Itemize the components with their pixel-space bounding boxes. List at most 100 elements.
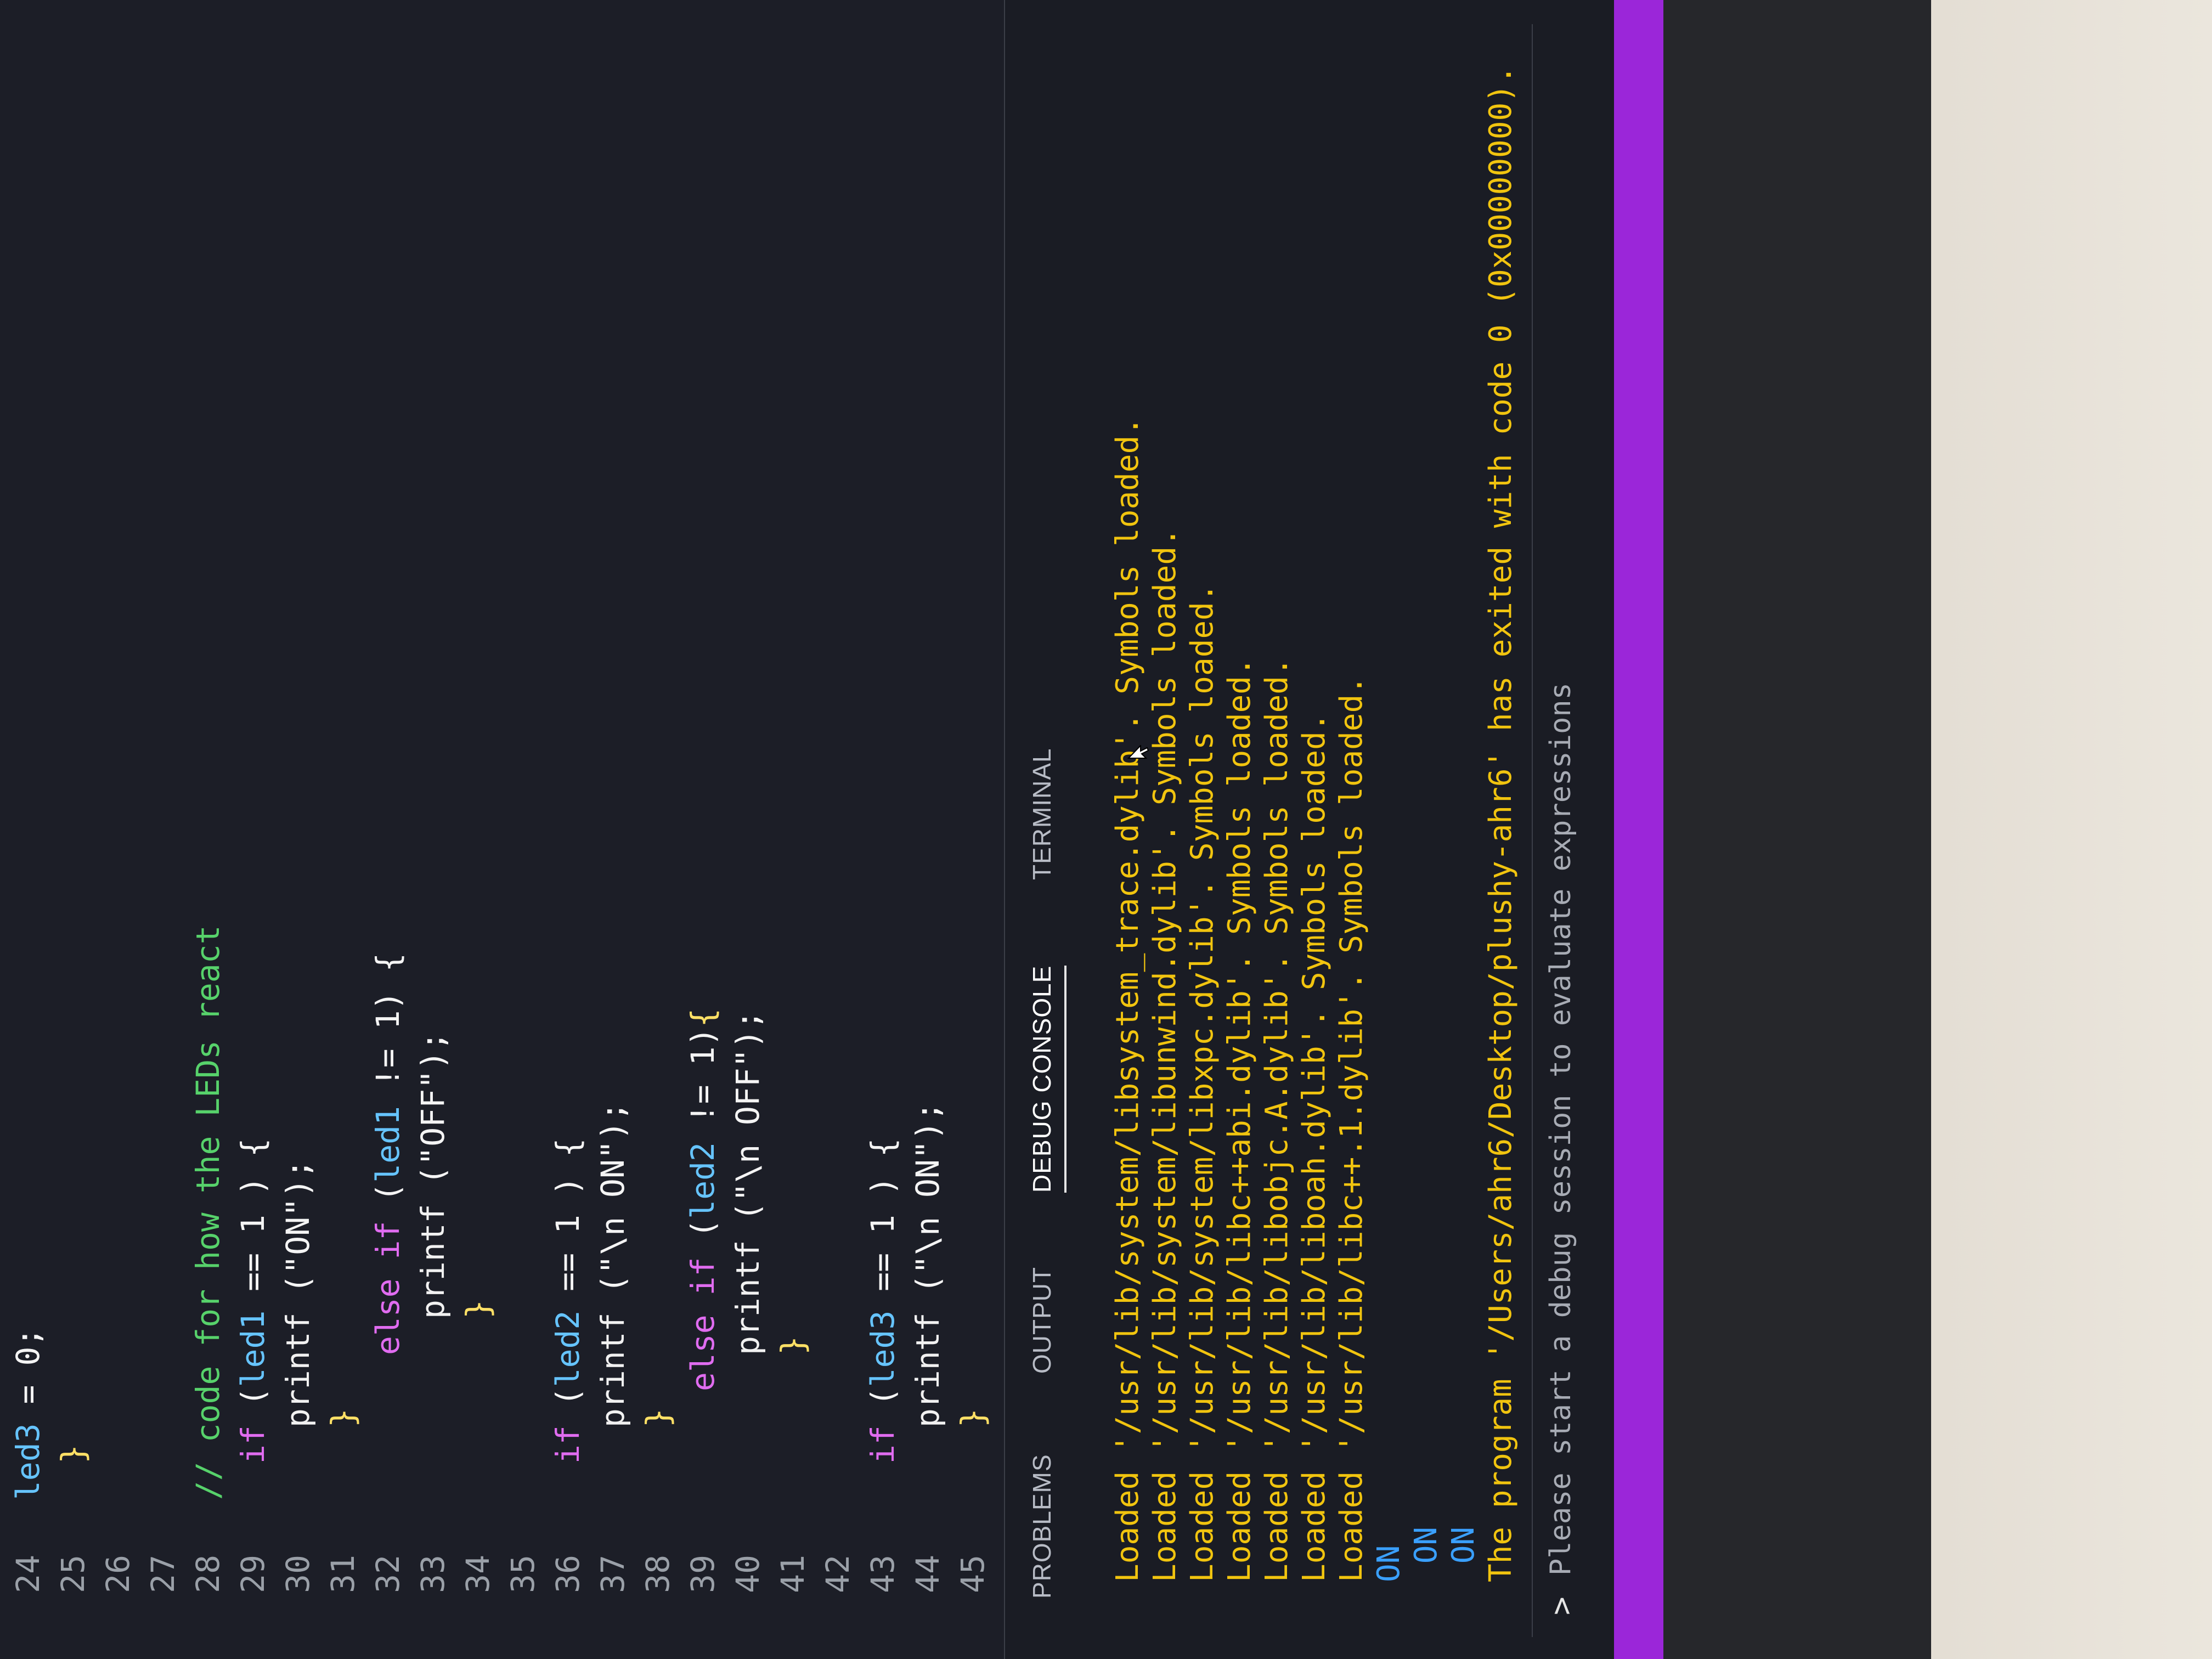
code-token: ( [909,1274,946,1313]
code-token: ( [684,1218,721,1257]
code-line[interactable]: 28 // code for how the LEDs react [185,0,230,1659]
code-text: } [635,1408,680,1427]
code-line[interactable]: 43 if (led3 == 1 ) { [860,0,905,1659]
code-token: ) { [369,952,407,1011]
code-line[interactable]: 25} [50,0,95,1659]
code-token: led2 [549,1310,586,1387]
code-text: } [320,1408,365,1427]
code-token: "\n ON" [594,1140,631,1274]
line-number: 28 [189,1555,227,1593]
code-token: if [864,1425,901,1464]
line-number: 34 [459,1555,496,1593]
code-text: printf ("\n ON"); [905,1102,950,1427]
code-line[interactable]: 31} [320,0,365,1659]
tab-output[interactable]: OUTPUT [1027,1267,1064,1374]
code-token: ); [729,1010,766,1049]
line-number: 42 [819,1555,856,1593]
code-token: // code for how the LEDs react [189,925,227,1500]
code-token: { [684,1008,721,1028]
code-token: ( [369,1182,407,1221]
code-token: led3 [9,1423,47,1500]
line-number: 30 [279,1555,317,1593]
code-token: ) { [864,1138,901,1215]
code-editor[interactable]: 24 led3 = 0; 25} 26 27 28 // code for how the … [0,0,1036,1659]
line-number: 39 [684,1555,721,1593]
line-number: 38 [639,1555,676,1593]
code-token: != [684,1065,721,1143]
code-token: } [459,1300,496,1319]
code-token: led3 [864,1310,901,1387]
console-output-on: ON [1446,1526,1481,1582]
line-number: 26 [99,1555,137,1593]
line-number: 33 [414,1555,452,1593]
console-log-line: Loaded '/usr/lib/libc++abi.dylib'. Symbo… [1222,657,1257,1582]
code-text: if (led1 == 1 ) { [230,1138,275,1464]
code-token: ( [594,1274,631,1313]
code-token: ) { [234,1138,272,1215]
code-line[interactable]: 26 [95,0,140,1659]
code-token: ( [729,1201,766,1240]
tab-problems[interactable]: PROBLEMS [1027,1454,1064,1599]
code-token: ( [234,1387,272,1426]
tab-terminal[interactable]: TERMINAL [1027,748,1064,880]
code-line[interactable]: 30 printf ("ON"); [275,0,320,1659]
code-line[interactable]: 44 printf ("\n ON"); [905,0,950,1659]
tab-debug-console[interactable]: DEBUG CONSOLE [1027,965,1066,1193]
console-output-on: ON [1371,1545,1407,1582]
code-line[interactable]: 38} [635,0,680,1659]
prompt-chevron-icon: > [1544,1596,1579,1615]
code-text: } [50,1444,95,1464]
code-token: } [54,1444,92,1464]
console-log-line: Loaded '/usr/lib/libobjc.A.dylib'. Symbo… [1259,657,1295,1582]
code-token: ; [9,1327,47,1347]
code-line[interactable]: 36 if (led2 == 1 ) { [545,0,590,1659]
line-number: 27 [144,1555,182,1593]
code-token: led1 [369,1106,407,1183]
code-token: ); [414,1031,452,1070]
code-text: if (led3 == 1 ) { [860,1138,905,1464]
code-line[interactable]: 27 [140,0,185,1659]
console-log-line: Loaded '/usr/lib/libc++.1.dylib'. Symbol… [1334,675,1369,1582]
monitor-bezel [1663,0,1931,1659]
code-line[interactable]: 32 else if (led1 != 1) { [365,0,410,1659]
code-line[interactable]: 35 [500,0,545,1659]
code-token: ( [279,1274,317,1313]
code-line[interactable]: 29 if (led1 == 1 ) { [230,0,275,1659]
code-token: ); [594,1102,631,1141]
bottom-panel: PROBLEMS OUTPUT DEBUG CONSOLE TERMINAL L… [1004,0,1931,1659]
line-number: 44 [909,1555,946,1593]
line-number: 40 [729,1555,766,1593]
code-text: } [455,1300,500,1319]
code-line[interactable]: 41} [770,0,815,1659]
code-line[interactable]: 45} [950,0,995,1659]
line-number: 35 [504,1555,541,1593]
code-token: = [9,1365,47,1424]
mouse-pointer-icon [1127,745,1149,759]
line-number: 24 [9,1555,47,1593]
code-line[interactable]: 40 printf ("\n OFF"); [725,0,770,1659]
line-number: 36 [549,1555,586,1593]
code-token: led2 [684,1142,721,1219]
debug-expression-input[interactable] [1538,93,1583,1577]
code-token: } [954,1408,991,1427]
code-line[interactable]: 33 printf ("OFF"); [410,0,455,1659]
console-log-line: Loaded '/usr/lib/system/libunwind.dylib'… [1147,528,1183,1582]
code-line[interactable]: 39 else if (led2 != 1){ [680,0,725,1659]
code-token: printf [909,1312,946,1427]
code-token: printf [594,1312,631,1427]
code-line[interactable]: 24 led3 = 0; [5,0,50,1659]
code-token: ( [414,1165,452,1204]
code-line[interactable]: 37 printf ("\n ON"); [590,0,635,1659]
code-token: } [774,1336,811,1355]
code-token: ); [279,1159,317,1198]
code-line[interactable]: 42 [815,0,860,1659]
code-text: if (led2 == 1 ) { [545,1138,590,1464]
code-token: == [549,1233,586,1311]
debug-input-row: > [1532,24,1593,1637]
panel-tabs: PROBLEMS OUTPUT DEBUG CONSOLE TERMINAL [1027,0,1082,1659]
code-line[interactable]: 34} [455,0,500,1659]
code-token: } [324,1408,362,1427]
code-token: == [234,1233,272,1311]
line-number: 29 [234,1555,272,1593]
code-text: led3 = 0; [5,1328,50,1500]
